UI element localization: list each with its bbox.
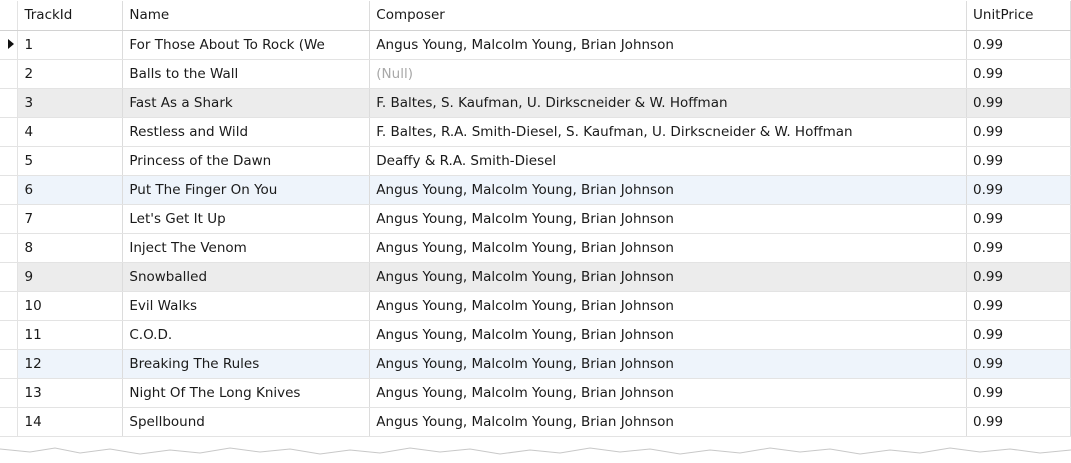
row-selector[interactable] xyxy=(0,59,19,89)
cell-composer[interactable]: Deaffy & R.A. Smith-Diesel xyxy=(369,146,968,176)
cell-composer[interactable]: Angus Young, Malcolm Young, Brian Johnso… xyxy=(369,291,968,321)
cell-unitprice[interactable]: 0.99 xyxy=(966,233,1071,263)
cell-trackid[interactable]: 5 xyxy=(17,146,124,176)
row-selector[interactable] xyxy=(0,146,19,176)
table-row[interactable]: 4 Restless and Wild F. Baltes, R.A. Smith-… xyxy=(0,117,1071,147)
table-row[interactable]: 9 Snowballed Angus Young, Malcolm Young, B… xyxy=(0,262,1071,292)
cell-name[interactable]: Balls to the Wall xyxy=(122,59,371,89)
column-header-trackid[interactable]: TrackId xyxy=(17,1,124,31)
table-row[interactable]: 10 Evil Walks Angus Young, Malcolm Young, … xyxy=(0,291,1071,321)
row-selector[interactable] xyxy=(0,117,19,147)
cell-trackid[interactable]: 6 xyxy=(17,175,124,205)
table-row[interactable]: 2 Balls to the Wall (Null) 0.99 xyxy=(0,59,1071,89)
cell-unitprice[interactable]: 0.99 xyxy=(966,349,1071,379)
cell-unitprice[interactable]: 0.99 xyxy=(966,88,1071,118)
row-selector[interactable] xyxy=(0,30,19,60)
row-selector[interactable] xyxy=(0,262,19,292)
cell-unitprice[interactable]: 0.99 xyxy=(966,262,1071,292)
cell-trackid[interactable]: 8 xyxy=(17,233,124,263)
cell-trackid[interactable]: 7 xyxy=(17,204,124,234)
cell-name[interactable]: Inject The Venom xyxy=(122,233,371,263)
cell-composer[interactable]: Angus Young, Malcolm Young, Brian Johnso… xyxy=(369,407,968,437)
row-pointer-arrow-icon xyxy=(7,38,14,49)
cell-trackid[interactable]: 12 xyxy=(17,349,124,379)
cell-unitprice[interactable]: 0.99 xyxy=(966,204,1071,234)
table-row[interactable]: 14 Spellbound Angus Young, Malcolm Young, … xyxy=(0,407,1071,437)
torn-edge-decoration xyxy=(0,447,1071,463)
row-selector[interactable] xyxy=(0,378,19,408)
cell-composer[interactable]: Angus Young, Malcolm Young, Brian Johnso… xyxy=(369,233,968,263)
results-table: TrackId Name Composer UnitPrice 1 For Tho… xyxy=(0,1,1071,437)
table-row[interactable]: 8 Inject The Venom Angus Young, Malcolm Yo… xyxy=(0,233,1071,263)
cell-trackid[interactable]: 1 xyxy=(17,30,124,60)
cell-trackid[interactable]: 13 xyxy=(17,378,124,408)
cell-composer[interactable]: Angus Young, Malcolm Young, Brian Johnso… xyxy=(369,30,968,60)
row-selector[interactable] xyxy=(0,320,19,350)
cell-unitprice[interactable]: 0.99 xyxy=(966,407,1071,437)
cell-composer[interactable]: Angus Young, Malcolm Young, Brian Johnso… xyxy=(369,378,968,408)
row-selector[interactable] xyxy=(0,233,19,263)
cell-trackid[interactable]: 9 xyxy=(17,262,124,292)
cell-unitprice[interactable]: 0.99 xyxy=(966,146,1071,176)
cell-name[interactable]: Restless and Wild xyxy=(122,117,371,147)
cell-name[interactable]: Let's Get It Up xyxy=(122,204,371,234)
table-row[interactable]: 6 Put The Finger On You Angus Young, Malco… xyxy=(0,175,1071,205)
cell-composer[interactable]: (Null) xyxy=(369,59,968,89)
cell-unitprice[interactable]: 0.99 xyxy=(966,117,1071,147)
cell-composer[interactable]: Angus Young, Malcolm Young, Brian Johnso… xyxy=(369,320,968,350)
column-header-composer[interactable]: Composer xyxy=(369,1,968,31)
row-selector[interactable] xyxy=(0,175,19,205)
cell-name[interactable]: Breaking The Rules xyxy=(122,349,371,379)
table-row[interactable]: 1 For Those About To Rock (We Angus Young,… xyxy=(0,30,1071,60)
cell-composer[interactable]: F. Baltes, S. Kaufman, U. Dirkscneider &… xyxy=(369,88,968,118)
cell-trackid[interactable]: 3 xyxy=(17,88,124,118)
cell-trackid[interactable]: 14 xyxy=(17,407,124,437)
cell-name[interactable]: Princess of the Dawn xyxy=(122,146,371,176)
column-header-name[interactable]: Name xyxy=(122,1,371,31)
cell-composer[interactable]: Angus Young, Malcolm Young, Brian Johnso… xyxy=(369,262,968,292)
row-selector[interactable] xyxy=(0,291,19,321)
row-selector[interactable] xyxy=(0,349,19,379)
cell-composer[interactable]: Angus Young, Malcolm Young, Brian Johnso… xyxy=(369,349,968,379)
cell-name[interactable]: Evil Walks xyxy=(122,291,371,321)
cell-trackid[interactable]: 4 xyxy=(17,117,124,147)
cell-unitprice[interactable]: 0.99 xyxy=(966,320,1071,350)
cell-unitprice[interactable]: 0.99 xyxy=(966,378,1071,408)
cell-name[interactable]: Night Of The Long Knives xyxy=(122,378,371,408)
cell-unitprice[interactable]: 0.99 xyxy=(966,59,1071,89)
row-selector[interactable] xyxy=(0,88,19,118)
row-selector[interactable] xyxy=(0,407,19,437)
cell-name[interactable]: Spellbound xyxy=(122,407,371,437)
column-header-unitprice[interactable]: UnitPrice xyxy=(966,1,1071,31)
table-row[interactable]: 3 Fast As a Shark F. Baltes, S. Kaufman, U… xyxy=(0,88,1071,118)
cell-name[interactable]: Fast As a Shark xyxy=(122,88,371,118)
header-row: TrackId Name Composer UnitPrice xyxy=(0,1,1071,31)
table-row[interactable]: 11 C.O.D. Angus Young, Malcolm Young, Bria… xyxy=(0,320,1071,350)
cell-name[interactable]: For Those About To Rock (We xyxy=(122,30,371,60)
cell-trackid[interactable]: 2 xyxy=(17,59,124,89)
cell-composer[interactable]: Angus Young, Malcolm Young, Brian Johnso… xyxy=(369,175,968,205)
cell-name[interactable]: C.O.D. xyxy=(122,320,371,350)
cell-trackid[interactable]: 11 xyxy=(17,320,124,350)
cell-composer[interactable]: Angus Young, Malcolm Young, Brian Johnso… xyxy=(369,204,968,234)
table-row[interactable]: 12 Breaking The Rules Angus Young, Malcolm… xyxy=(0,349,1071,379)
row-selector-header[interactable] xyxy=(0,1,19,31)
table-row[interactable]: 7 Let's Get It Up Angus Young, Malcolm You… xyxy=(0,204,1071,234)
cell-unitprice[interactable]: 0.99 xyxy=(966,30,1071,60)
cell-unitprice[interactable]: 0.99 xyxy=(966,291,1071,321)
cell-name[interactable]: Snowballed xyxy=(122,262,371,292)
cell-composer[interactable]: F. Baltes, R.A. Smith-Diesel, S. Kaufman… xyxy=(369,117,968,147)
cell-unitprice[interactable]: 0.99 xyxy=(966,175,1071,205)
row-selector[interactable] xyxy=(0,204,19,234)
cell-name[interactable]: Put The Finger On You xyxy=(122,175,371,205)
results-grid[interactable]: TrackId Name Composer UnitPrice 1 For Tho… xyxy=(0,0,1071,463)
table-row[interactable]: 13 Night Of The Long Knives Angus Young, M… xyxy=(0,378,1071,408)
cell-trackid[interactable]: 10 xyxy=(17,291,124,321)
table-row[interactable]: 5 Princess of the Dawn Deaffy & R.A. Smith… xyxy=(0,146,1071,176)
